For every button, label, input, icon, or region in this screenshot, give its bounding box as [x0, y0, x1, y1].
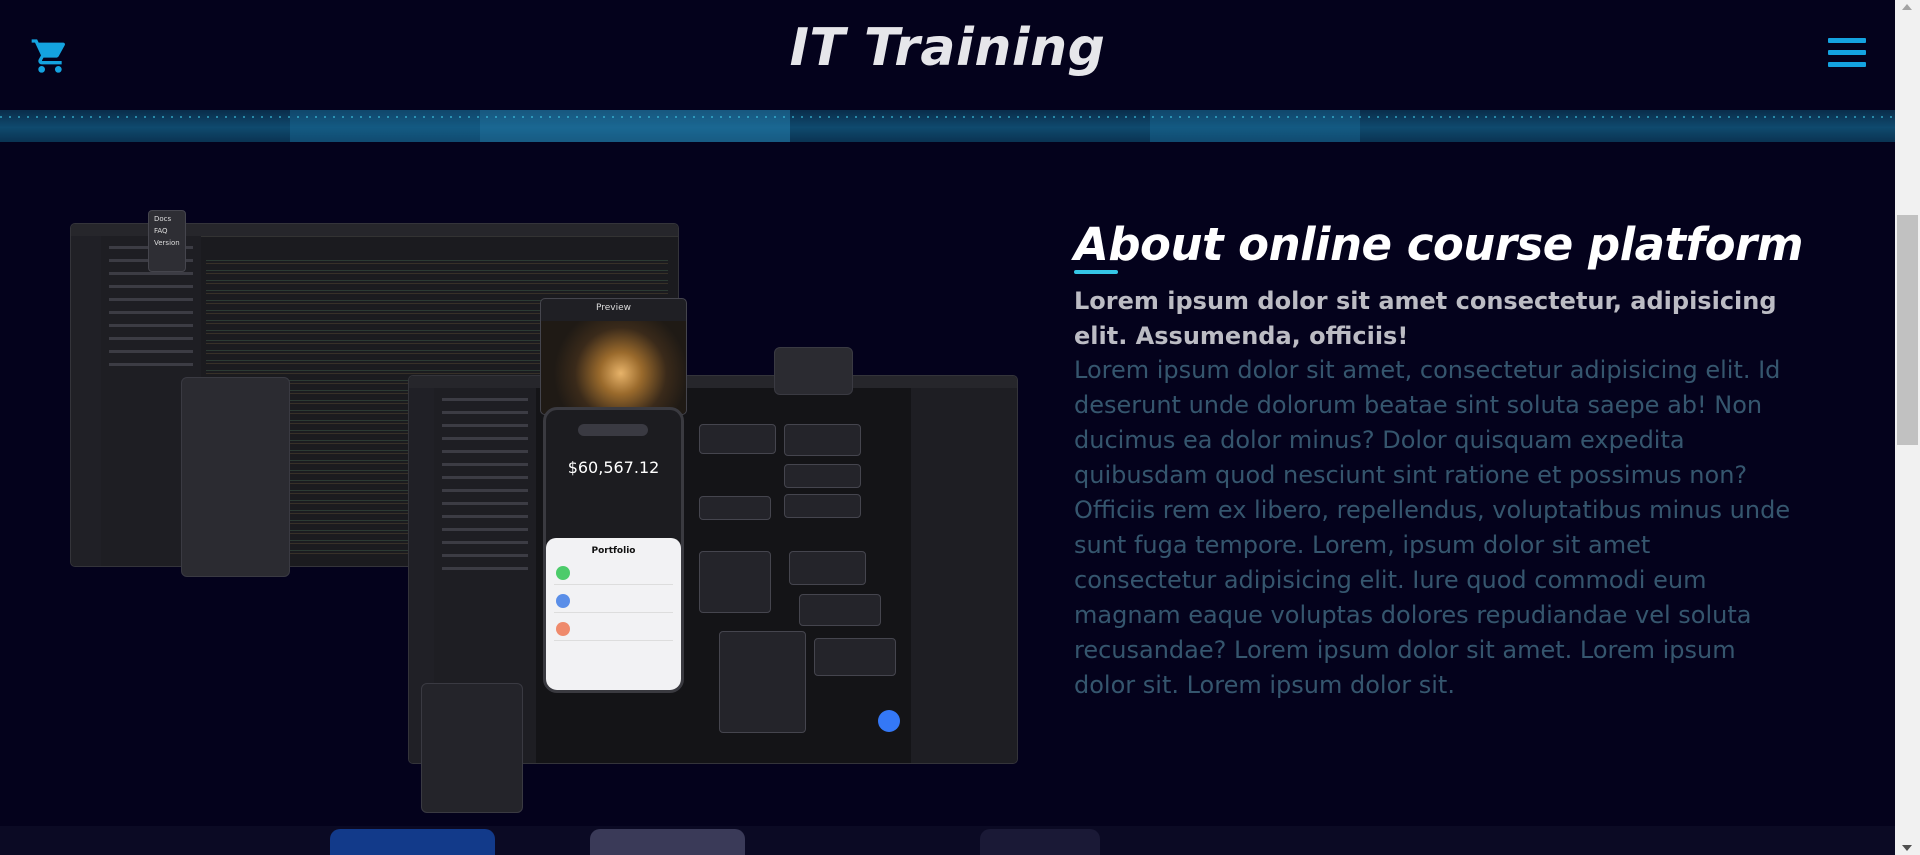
phone-mockup: $60,567.12 Portfolio: [543, 407, 684, 693]
portfolio-title: Portfolio: [591, 546, 636, 556]
platform-screenshot-image: Docs FAQ Version Preview $60,567.12 Port…: [70, 210, 1020, 813]
scroll-up-arrow-icon[interactable]: [1902, 4, 1912, 10]
hero-banner-strip: [0, 110, 1895, 142]
layout-settings-panel: [181, 377, 290, 577]
site-header: IT Training: [0, 0, 1895, 110]
scroll-thumb[interactable]: [1897, 215, 1918, 445]
help-menu-popup: Docs FAQ Version: [148, 210, 186, 272]
preview-window: Preview: [540, 298, 687, 415]
menu-item-faq[interactable]: FAQ: [149, 223, 185, 235]
elements-picker-panel: [421, 683, 523, 813]
add-fab-button: [878, 710, 900, 732]
menu-item-docs[interactable]: Docs: [149, 211, 185, 223]
preview-title: Preview: [595, 303, 632, 313]
about-lead: Lorem ipsum dolor sit amet consectetur, …: [1074, 287, 1777, 350]
scroll-down-arrow-icon[interactable]: [1902, 845, 1912, 851]
about-body: Lorem ipsum dolor sit amet, consectetur …: [1074, 356, 1791, 699]
about-title: About online course platform: [1074, 218, 1804, 271]
context-menu-popup: [774, 347, 853, 395]
site-title[interactable]: IT Training: [0, 18, 1895, 78]
wallet-balance: $60,567.12: [567, 458, 660, 477]
title-underline: [1074, 270, 1118, 274]
hamburger-menu-icon[interactable]: [1828, 38, 1866, 72]
menu-item-version[interactable]: Version: [149, 235, 185, 247]
next-section-preview: [0, 826, 1895, 855]
page-scrollbar[interactable]: [1895, 0, 1920, 855]
